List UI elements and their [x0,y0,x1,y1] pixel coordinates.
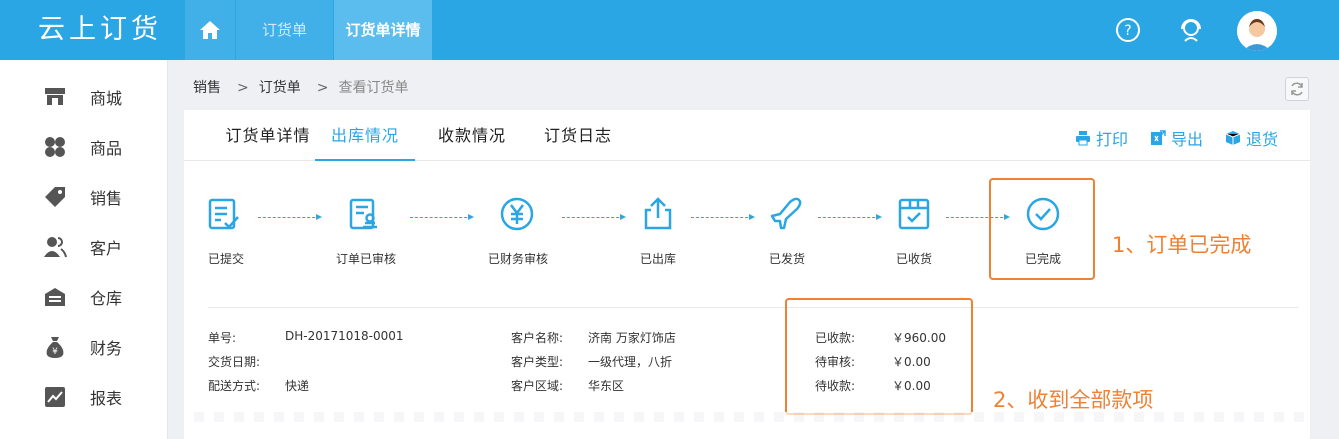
sidebar-item-sales[interactable]: 销售 [0,172,168,222]
customer-region-value: 华东区 [588,379,625,393]
users-icon [44,237,67,258]
return-button[interactable]: 退货 [1225,126,1278,150]
tab-order-list[interactable]: 订货单 [236,0,333,60]
step-arrow [818,214,882,220]
sidebar-item-label: 仓库 [90,289,123,308]
sidebar-item-label: 客户 [90,239,123,258]
delivery-date-label: 交货日期: [208,355,261,369]
approved-icon [349,198,377,230]
top-bar: 云上订货 订货单 订货单详情 ? [0,0,1339,60]
tab-payment-status[interactable]: 收款情况 [422,110,522,161]
svg-text:¥: ¥ [52,347,58,357]
store-icon [45,88,65,105]
customer-service-icon[interactable] [1177,16,1205,44]
step-arrow [258,214,322,220]
sidebar-item-label: 财务 [90,339,123,358]
chart-icon [45,387,65,407]
panel-bottom-edge [184,412,1310,422]
warehouse-icon [45,288,65,306]
step-label-finance-approved: 已财务审核 [487,252,548,266]
payment-highlight-box [785,298,973,415]
sidebar-item-finance[interactable]: ¥ 财务 [0,322,168,372]
shipping-method-value: 快递 [285,379,310,393]
step-label-outbound: 已出库 [639,252,676,266]
breadcrumb-separator: > [316,80,329,96]
svg-text:?: ? [1124,23,1131,39]
step-label-approved: 订单已审核 [335,252,396,266]
completed-highlight-box [989,178,1095,280]
home-icon [200,21,220,39]
export-button[interactable]: 导出 [1150,126,1203,150]
tab-outbound-status[interactable]: 出库情况 [315,110,415,161]
order-no-value: DH-20171018-0001 [285,329,404,343]
order-no-label: 单号: [208,331,237,345]
customer-name-value: 济南 万家灯饰店 [588,331,676,345]
return-label: 退货 [1246,130,1279,149]
print-label: 打印 [1096,130,1129,149]
step-arrow [562,214,626,220]
detail-tabs: 订货单详情 出库情况 收款情况 订货日志 打印 导出 退货 [184,110,1310,161]
annotation-payment-received: 2、收到全部款项 [993,388,1154,412]
step-label-received: 已收货 [895,252,932,266]
sidebar-item-warehouse[interactable]: 仓库 [0,272,168,322]
grid-icon [45,137,65,157]
sidebar-item-reports[interactable]: 报表 [0,372,168,422]
step-label-shipped: 已发货 [768,252,805,266]
breadcrumb-separator: > [237,80,249,96]
sidebar-item-mall[interactable]: 商城 [0,72,168,122]
sidebar-item-customers[interactable]: 客户 [0,222,168,272]
upload-icon [644,197,672,230]
money-bag-icon: ¥ [46,337,64,358]
tab-order-detail-info[interactable]: 订货单详情 [204,110,332,161]
tab-order-detail[interactable]: 订货单详情 [334,0,432,60]
customer-type-value: 一级代理，八折 [588,355,673,369]
yuan-icon [500,197,534,231]
refresh-button[interactable] [1285,77,1309,101]
shipping-method-label: 配送方式: [208,379,261,393]
customer-type-label: 客户类型: [511,355,564,369]
step-label-submitted: 已提交 [207,252,244,266]
sidebar-item-label: 报表 [90,389,123,408]
sidebar-item-label: 销售 [90,189,123,208]
print-button[interactable]: 打印 [1075,126,1128,150]
customer-name-label: 客户名称: [511,331,564,345]
help-icon[interactable]: ? [1114,16,1142,44]
breadcrumb: 销售 > 订货单 > 查看订货单 [193,77,414,97]
sidebar: 商城 商品 销售 客户 仓库 ¥ 财务 报表 [0,60,168,439]
home-button[interactable] [185,0,235,60]
airplane-icon [770,197,802,230]
annotation-order-completed: 1、订单已完成 [1112,233,1252,257]
export-icon [1151,130,1166,145]
package-received-icon [898,198,930,230]
sidebar-item-label: 商品 [90,139,123,158]
breadcrumb-item-current: 查看订货单 [338,80,409,96]
avatar-image [1237,11,1277,51]
sidebar-item-label: 商城 [90,89,123,108]
print-icon [1076,131,1090,146]
tab-order-log[interactable]: 订货日志 [528,110,628,161]
step-arrow [691,214,755,220]
submitted-icon [208,198,239,230]
refresh-icon [1291,82,1303,96]
breadcrumb-item-orders[interactable]: 订货单 [259,80,301,96]
step-arrow [410,214,474,220]
sidebar-item-products[interactable]: 商品 [0,122,168,172]
box-icon [1225,131,1241,145]
app-logo[interactable]: 云上订货 [0,0,185,60]
tag-icon [45,187,65,207]
breadcrumb-item-sales[interactable]: 销售 [193,80,221,96]
customer-region-label: 客户区域: [511,379,564,393]
section-divider [208,307,1298,308]
export-label: 导出 [1171,130,1204,149]
user-avatar[interactable] [1237,11,1277,51]
